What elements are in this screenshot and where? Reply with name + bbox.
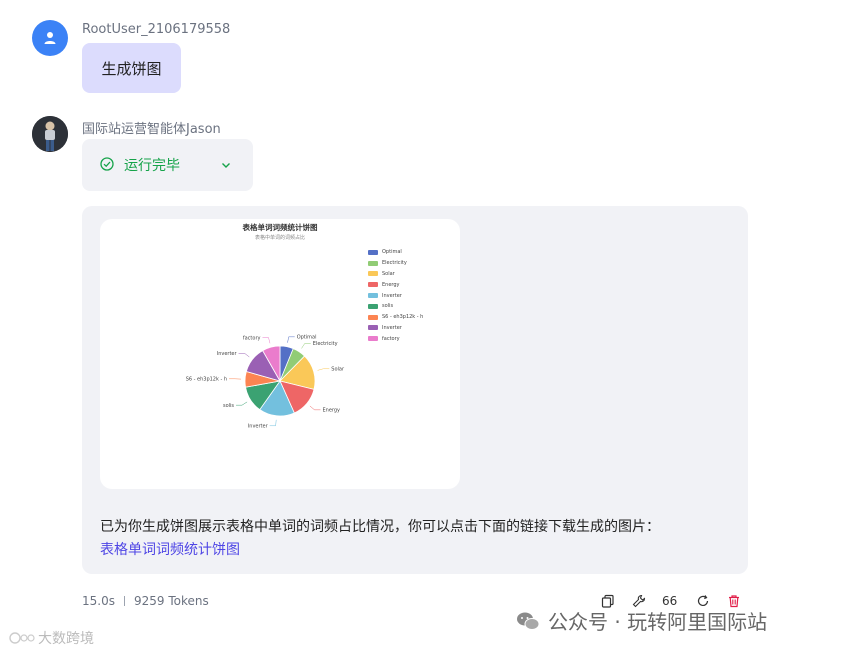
pie-slice-label: solis [223,403,234,409]
user-avatar [32,20,68,56]
bot-name: 国际站运营智能体Jason [82,122,221,137]
corner-watermark-text: 大数跨境 [38,631,94,647]
pie-slice-label: Inverter [217,351,238,357]
pie-slice-label: Solar [331,367,345,373]
pie-leader-line [317,368,330,371]
run-status-label: 运行完毕 [124,158,180,174]
pie-leader-line [301,343,311,349]
reply-text: 已为你生成饼图展示表格中单词的词频占比情况，你可以点击下面的链接下载生成的图片： [100,519,660,535]
pie-leader-line [262,337,271,344]
chevron-down-icon [222,163,230,168]
user-name: RootUser_2106179558 [82,22,231,37]
pie-slice-label: factory [243,335,261,341]
pie-leader-line [309,405,321,411]
user-message: 生成饼图 [82,43,181,93]
check-circle-icon [100,157,114,171]
pie-slice-label: Electricity [313,341,338,347]
pie-slice-label: S6 - eh3p12k - h [186,377,227,383]
bot-avatar [32,116,68,152]
pie-slice-label: Energy [323,408,341,414]
message-meta: 15.0s 9259 Tokens [82,594,209,608]
watermark: 公众号 · 玩转阿里国际站 [516,606,767,635]
pie-slice-label: Inverter [248,424,269,430]
meta-divider [123,596,125,606]
token-count: 9259 Tokens [133,594,209,608]
corner-watermark: 大数跨境 [8,628,94,648]
pie-leader-line [287,336,295,343]
run-status-toggle[interactable]: 运行完毕 [82,139,253,191]
user-icon [44,32,56,44]
brand-logo-icon [9,632,35,644]
wechat-icon [517,612,540,630]
chart-download-link[interactable]: 表格单词词频统计饼图 [100,539,240,559]
pie-leader-line [236,401,248,406]
watermark-text: 公众号 · 玩转阿里国际站 [548,610,768,634]
pie-slice-label: Optimal [297,335,317,341]
bot-reply-card: 表格单词词频统计饼图 表格中单词的词频占比 Optimal Electricity… [82,206,748,574]
pie-leader-line [269,419,277,427]
pie-chart: 表格单词词频统计饼图 表格中单词的词频占比 Optimal Electricity… [100,219,460,489]
pie-plot: OptimalElectricity Solar Energy Inverter sol… [186,335,345,430]
response-duration: 15.0s [82,594,115,608]
pie-leader-line [238,353,250,358]
